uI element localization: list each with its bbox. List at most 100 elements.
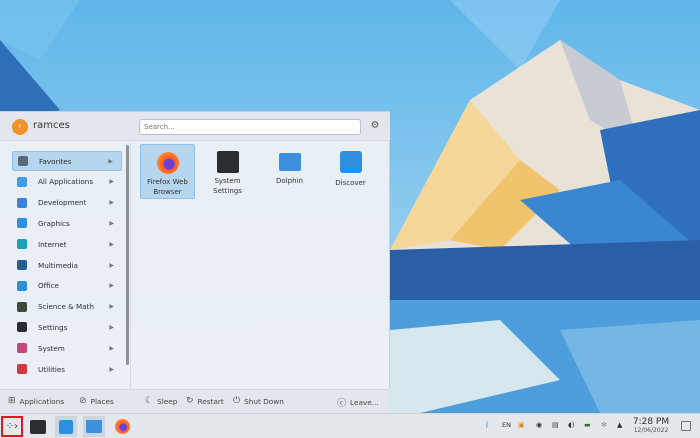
restart-button[interactable]: ↻ Restart (186, 396, 224, 406)
volume-icon[interactable]: ◖) (568, 421, 574, 429)
sleep-button[interactable]: ☾ Sleep (145, 396, 177, 406)
taskbar-firefox[interactable] (111, 416, 133, 437)
kde-launcher-icon: ⁘› (5, 421, 19, 432)
leave-label: Leave... (350, 398, 379, 407)
category-label: Settings (38, 322, 68, 332)
configure-icon[interactable]: ⚙ (369, 120, 381, 132)
chevron-right-icon: ▶ (109, 178, 114, 186)
leave-icon: ⓒ (337, 399, 347, 409)
user-name: ramces (33, 120, 70, 131)
category-multimedia[interactable]: Multimedia ▶ (12, 255, 122, 275)
category-all-applications[interactable]: All Applications ▶ (12, 172, 122, 192)
category-label: Utilities (38, 364, 66, 374)
favorite-discover[interactable]: Discover (323, 144, 378, 199)
category-sidebar: Favorites ▶ All Applications ▶ Development ▶ G… (0, 142, 131, 389)
category-icon (17, 322, 27, 333)
discover-icon (339, 151, 362, 173)
application-launcher-button[interactable]: ⁘› (1, 416, 23, 437)
favorite-label: System Settings (213, 177, 242, 195)
category-label: Office (38, 281, 59, 291)
category-label: Favorites (39, 156, 72, 166)
chevron-right-icon: ▶ (108, 157, 113, 165)
category-office[interactable]: Office ▶ (12, 276, 122, 296)
keyboard-layout[interactable]: EN (502, 421, 511, 429)
compass-icon: ⊘ (79, 396, 87, 406)
notes-icon[interactable]: ▤ (552, 421, 559, 429)
favorite-firefox-web-browser[interactable]: Firefox Web Browser (140, 144, 195, 199)
category-internet[interactable]: Internet ▶ (12, 234, 122, 254)
updates-icon[interactable]: ◉ (536, 421, 542, 429)
taskbar-discover[interactable] (55, 416, 77, 437)
favorite-dolphin[interactable]: Dolphin (262, 144, 317, 199)
category-system[interactable]: System ▶ (12, 338, 122, 358)
restart-label: Restart (197, 396, 224, 406)
places-tab[interactable]: ⊘ Places (79, 396, 114, 406)
category-label: Multimedia (38, 260, 78, 270)
category-development[interactable]: Development ▶ (12, 193, 122, 213)
chevron-right-icon: ▶ (109, 240, 114, 248)
chevron-right-icon: ▶ (109, 323, 114, 331)
sleep-icon: ☾ (145, 396, 154, 406)
applications-label: Applications (19, 396, 65, 406)
search-input[interactable] (139, 119, 361, 135)
category-icon (17, 364, 27, 374)
battery-icon[interactable]: ▬ (584, 421, 591, 429)
launcher-header: r ramces ⚙ (0, 112, 390, 141)
category-utilities[interactable]: Utilities ▶ (12, 359, 122, 379)
category-icon (17, 176, 27, 187)
places-label: Places (90, 396, 114, 406)
digital-clock[interactable]: 7:28 PM 12/06/2022 (630, 417, 672, 434)
category-label: Development (38, 198, 87, 208)
folder-icon (278, 153, 301, 171)
leave-button[interactable]: ⓒ Leave... (337, 396, 379, 409)
category-label: Internet (38, 239, 67, 249)
chevron-right-icon: ▶ (109, 365, 114, 373)
settings-icon (30, 419, 46, 434)
firefox-icon (156, 152, 179, 174)
category-label: Science & Math (38, 302, 95, 312)
shutdown-button[interactable]: ⏻ Shut Down (233, 396, 284, 406)
favorite-system-settings[interactable]: System Settings (200, 144, 255, 199)
chevron-right-icon: ▶ (109, 344, 114, 352)
chevron-right-icon: ▶ (109, 282, 114, 290)
category-icon (17, 260, 27, 270)
category-label: All Applications (38, 177, 94, 187)
taskbar-system-settings[interactable] (27, 416, 49, 437)
clock-date: 12/06/2022 (633, 427, 669, 434)
category-label: Graphics (38, 218, 70, 228)
power-icon: ⏻ (233, 396, 241, 406)
favorite-label: Firefox Web Browser (147, 178, 188, 196)
category-icon (17, 197, 27, 208)
chevron-right-icon: ▶ (109, 303, 114, 311)
bluetooth-icon[interactable]: ᛒ (485, 421, 489, 429)
avatar[interactable]: r (12, 119, 28, 135)
applications-tab[interactable]: ⊞ Applications (8, 396, 64, 406)
category-science-math[interactable]: Science & Math ▶ (12, 297, 122, 317)
restart-icon: ↻ (186, 396, 194, 406)
folder-icon (86, 420, 102, 433)
category-label: System (38, 343, 65, 353)
tray-expand-icon[interactable]: ▲ (617, 421, 622, 429)
category-icon (17, 239, 27, 250)
category-icon (17, 343, 27, 354)
taskbar-dolphin[interactable] (83, 416, 105, 437)
category-graphics[interactable]: Graphics ▶ (12, 213, 122, 233)
taskbar: ⁘› ᛒ EN ▣ ◉ ▤ ◖) ▬ ✻ ▲ 7:28 PM 12/06/202… (0, 413, 700, 438)
category-settings[interactable]: Settings ▶ (12, 317, 122, 337)
chevron-right-icon: ▶ (109, 199, 114, 207)
grid-icon: ⊞ (8, 396, 16, 406)
launcher-footer: ⊞ Applications ⊘ Places ☾ Sleep ↻ Restart ⏻ S… (0, 389, 390, 413)
show-desktop-button[interactable] (681, 421, 691, 431)
category-icon (17, 301, 27, 312)
category-icon (17, 218, 27, 229)
category-favorites[interactable]: Favorites ▶ (12, 151, 122, 171)
network-icon[interactable]: ✻ (601, 421, 607, 429)
category-icon (18, 156, 28, 166)
discover-icon (59, 419, 73, 434)
clipboard-icon[interactable]: ▣ (518, 421, 525, 429)
firefox-icon (114, 419, 130, 434)
scrollbar[interactable] (126, 145, 129, 365)
chevron-right-icon: ▶ (109, 261, 114, 269)
system-settings-icon (216, 151, 239, 173)
shutdown-label: Shut Down (244, 396, 284, 406)
